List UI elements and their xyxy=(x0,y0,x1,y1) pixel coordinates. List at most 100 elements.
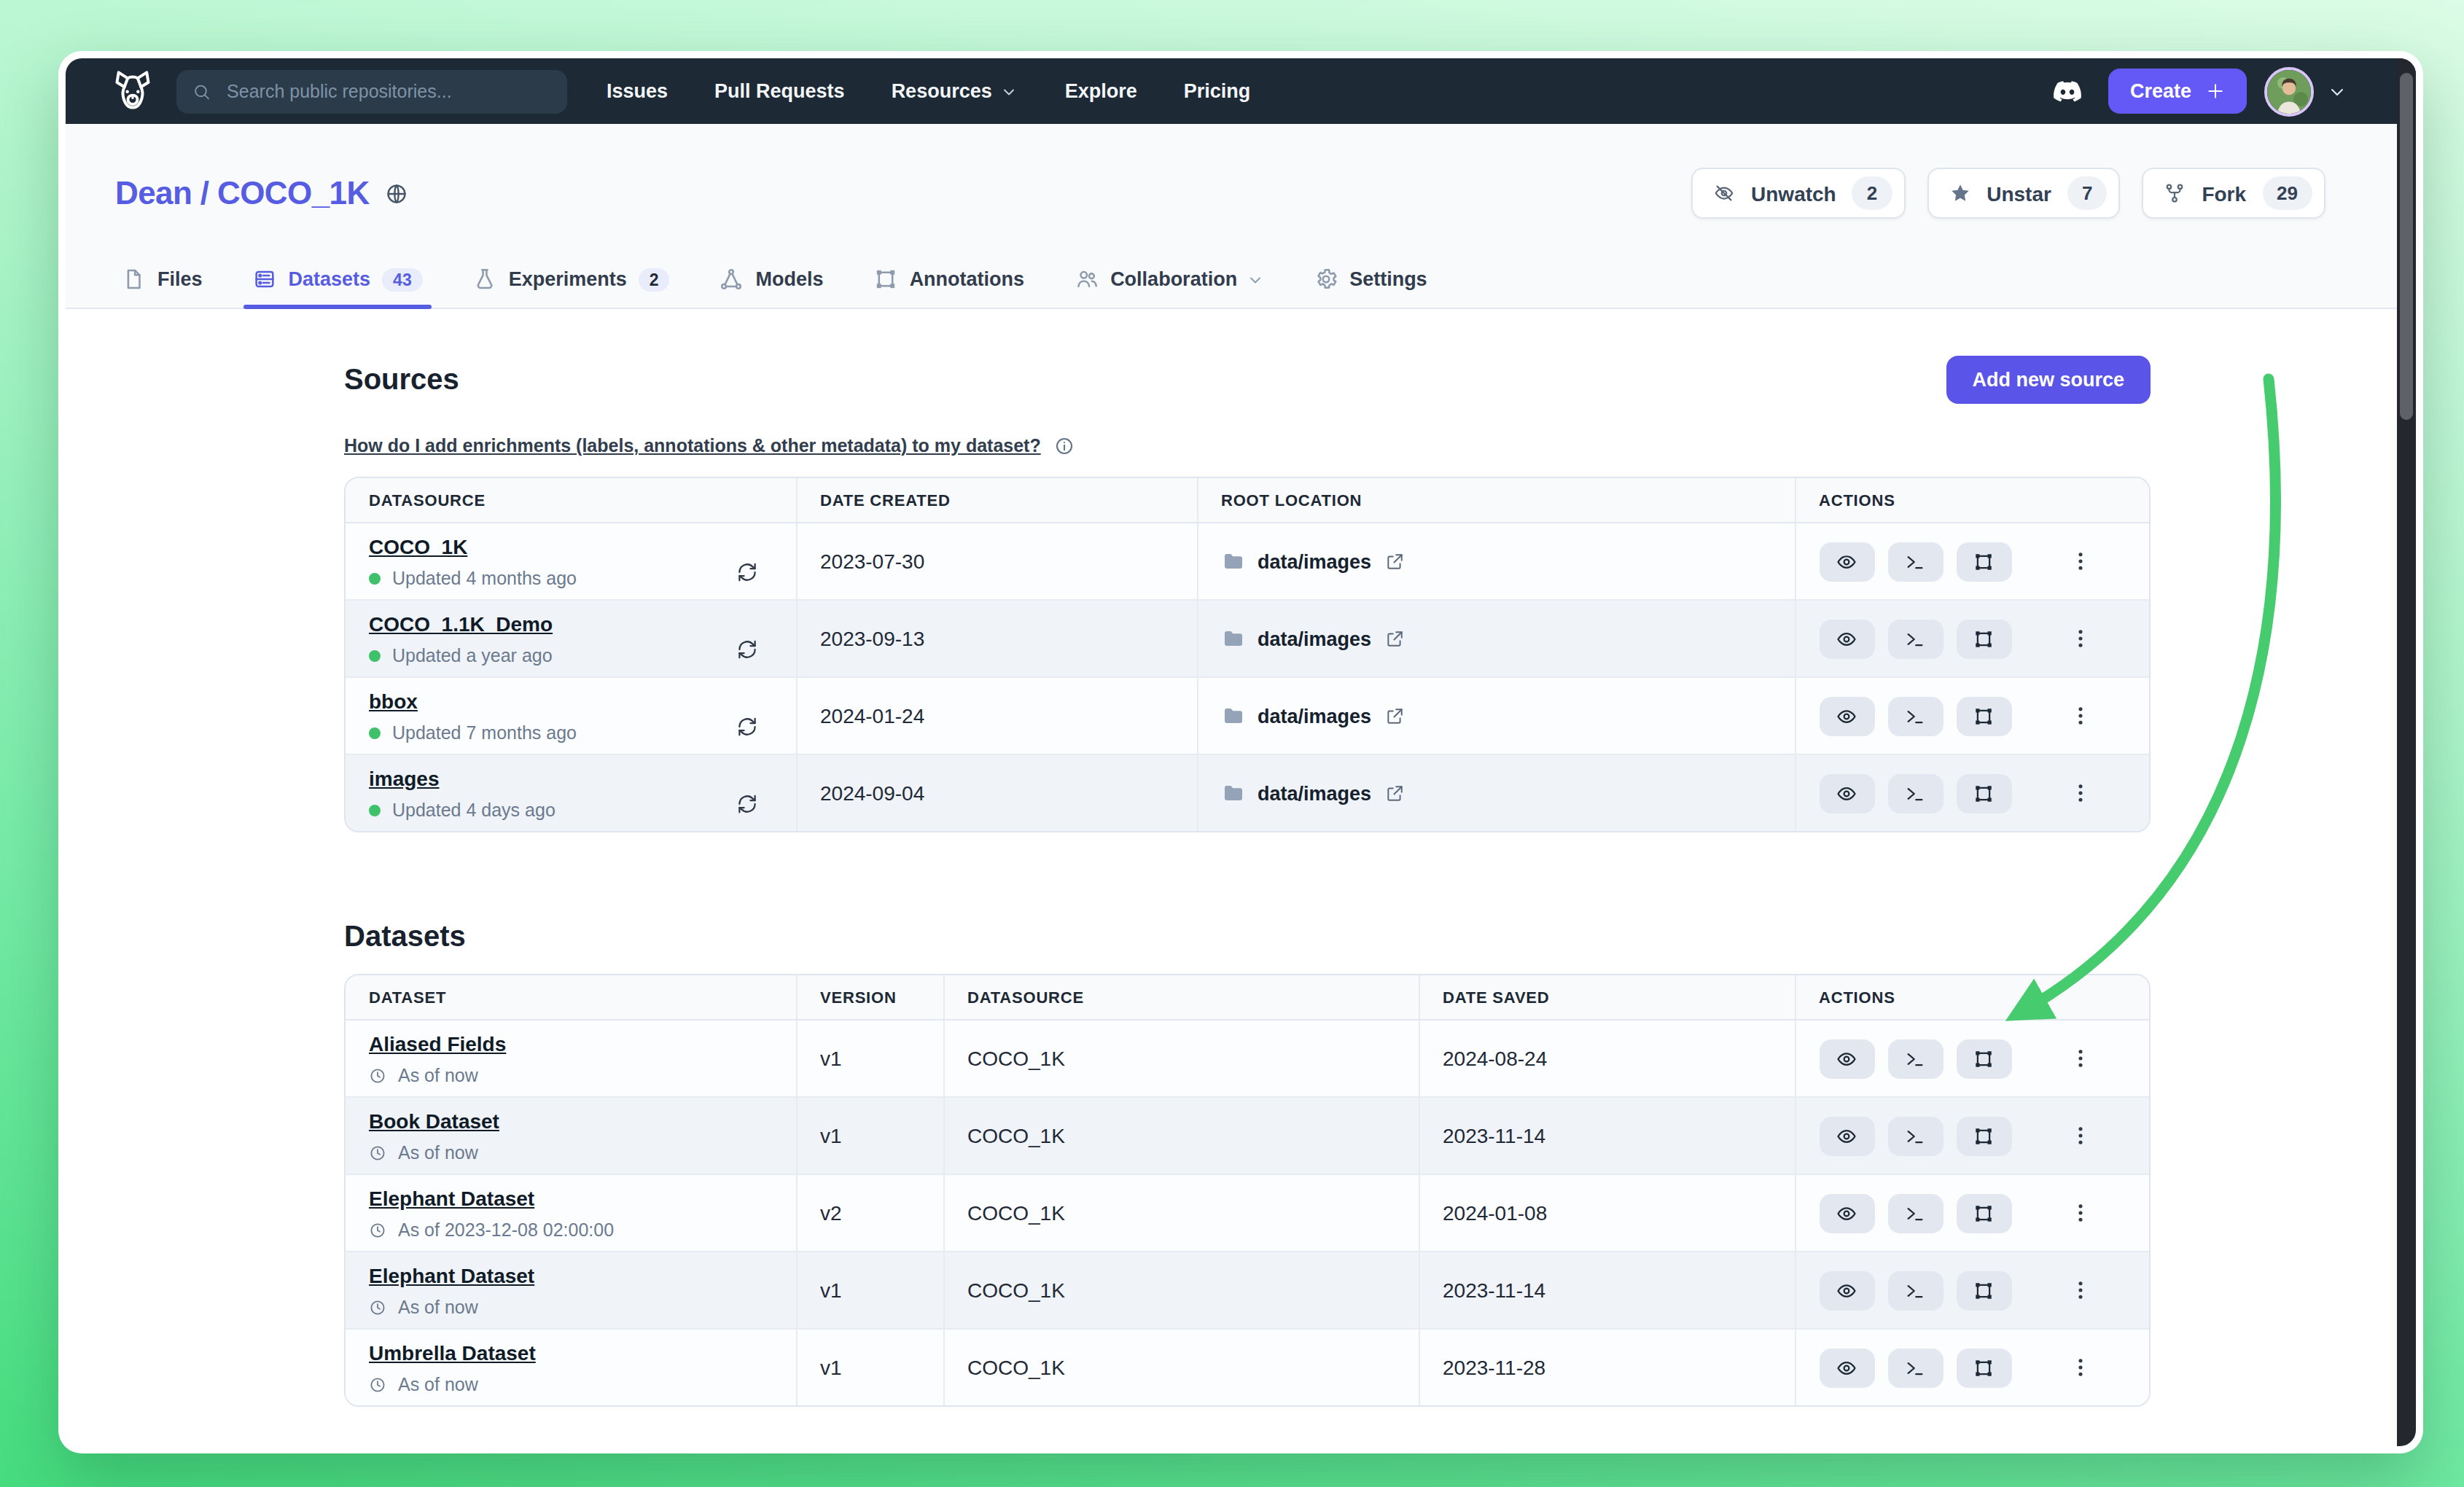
dataset-link[interactable]: Elephant Dataset xyxy=(369,1263,534,1287)
terminal-icon xyxy=(1904,1279,1926,1301)
refresh-button[interactable] xyxy=(736,793,757,815)
annotate-button[interactable] xyxy=(1956,696,2011,735)
nav-item-issues[interactable]: Issues xyxy=(607,80,668,102)
tab-files[interactable]: Files xyxy=(121,267,203,308)
dataset-cell: Aliased FieldsAs of now xyxy=(346,1020,796,1097)
datasource-link[interactable]: bbox xyxy=(369,689,418,712)
refresh-button[interactable] xyxy=(736,639,757,660)
tab-experiments[interactable]: Experiments2 xyxy=(472,267,670,308)
dataset-link[interactable]: Elephant Dataset xyxy=(369,1186,534,1209)
tab-label: Models xyxy=(756,268,824,290)
add-new-source-button[interactable]: Add new source xyxy=(1946,356,2151,404)
search-input-wrap[interactable] xyxy=(176,69,567,113)
main-content: Sources Add new source How do I add enri… xyxy=(344,309,2151,1407)
tab-datasets[interactable]: Datasets43 xyxy=(252,267,423,308)
tab-collaboration[interactable]: Collaboration xyxy=(1074,267,1263,308)
preview-button[interactable] xyxy=(1819,1039,1874,1078)
external-link-icon[interactable] xyxy=(1384,784,1403,803)
info-icon[interactable] xyxy=(1054,436,1075,456)
tab-models[interactable]: Models xyxy=(720,267,824,308)
preview-button[interactable] xyxy=(1819,1193,1874,1233)
clock-icon xyxy=(369,1298,386,1316)
annotate-button[interactable] xyxy=(1956,1348,2011,1387)
refresh-button[interactable] xyxy=(736,716,757,738)
nav-item-pricing[interactable]: Pricing xyxy=(1184,80,1251,102)
terminal-button[interactable] xyxy=(1887,1193,1943,1233)
tab-annotations[interactable]: Annotations xyxy=(873,267,1025,308)
updated-text: Updated 7 months ago xyxy=(392,722,577,743)
annotate-button[interactable] xyxy=(1956,1271,2011,1310)
column-header: ACTIONS xyxy=(1795,975,2151,1020)
external-link-icon[interactable] xyxy=(1384,552,1403,571)
dataset-link[interactable]: Book Dataset xyxy=(369,1109,499,1132)
scrollbar-thumb[interactable] xyxy=(2400,73,2413,420)
preview-button[interactable] xyxy=(1819,1271,1874,1310)
preview-button[interactable] xyxy=(1819,542,1874,581)
terminal-button[interactable] xyxy=(1887,1039,1943,1078)
root-location-cell: data/images xyxy=(1197,600,1795,677)
create-button[interactable]: Create xyxy=(2108,69,2247,114)
annotate-button[interactable] xyxy=(1956,619,2011,658)
annotate-icon xyxy=(1973,1279,1995,1301)
external-link-icon[interactable] xyxy=(1384,629,1403,648)
tab-settings[interactable]: Settings xyxy=(1313,267,1427,308)
scrollbar-track[interactable] xyxy=(2397,58,2416,1446)
kebab-menu-button[interactable] xyxy=(2068,1201,2091,1225)
search-input[interactable] xyxy=(224,79,551,103)
repo-title-text[interactable]: Dean / COCO_1K xyxy=(115,173,370,214)
annotate-button[interactable] xyxy=(1956,1116,2011,1155)
discord-icon[interactable] xyxy=(2051,75,2083,107)
annotate-button[interactable] xyxy=(1956,773,2011,813)
kebab-menu-button[interactable] xyxy=(2068,627,2091,650)
nav-item-explore[interactable]: Explore xyxy=(1065,80,1137,102)
terminal-button[interactable] xyxy=(1887,1348,1943,1387)
terminal-icon xyxy=(1904,1357,1926,1378)
preview-button[interactable] xyxy=(1819,1116,1874,1155)
preview-button[interactable] xyxy=(1819,1348,1874,1387)
avatar[interactable] xyxy=(2264,66,2314,116)
terminal-button[interactable] xyxy=(1887,619,1943,658)
enrichments-help-link[interactable]: How do I add enrichments (labels, annota… xyxy=(344,436,1041,456)
annotate-button[interactable] xyxy=(1956,542,2011,581)
dataset-link[interactable]: Aliased Fields xyxy=(369,1031,506,1055)
terminal-button[interactable] xyxy=(1887,1271,1943,1310)
date-created-cell: 2023-07-30 xyxy=(796,523,1197,600)
kebab-menu-button[interactable] xyxy=(2068,1047,2091,1070)
kebab-menu-button[interactable] xyxy=(2068,1356,2091,1379)
sources-table-row: bboxUpdated 7 months ago2024-01-24data/i… xyxy=(346,677,2151,754)
terminal-button[interactable] xyxy=(1887,696,1943,735)
unwatch-button[interactable]: Unwatch2 xyxy=(1691,168,1905,219)
dataset-link[interactable]: Umbrella Dataset xyxy=(369,1340,536,1364)
datasource-link[interactable]: COCO_1.1K_Demo xyxy=(369,612,553,635)
sources-title: Sources xyxy=(344,363,459,397)
preview-button[interactable] xyxy=(1819,619,1874,658)
terminal-button[interactable] xyxy=(1887,1116,1943,1155)
kebab-menu-button[interactable] xyxy=(2068,781,2091,805)
terminal-icon xyxy=(1904,628,1926,649)
datasource-link[interactable]: COCO_1K xyxy=(369,534,467,558)
kebab-menu-button[interactable] xyxy=(2068,1279,2091,1302)
preview-button[interactable] xyxy=(1819,696,1874,735)
dagshub-logo-icon[interactable] xyxy=(108,66,157,116)
actions-cell xyxy=(1795,523,2151,600)
annotate-button[interactable] xyxy=(1956,1193,2011,1233)
annotate-button[interactable] xyxy=(1956,1039,2011,1078)
preview-button[interactable] xyxy=(1819,773,1874,813)
kebab-menu-button[interactable] xyxy=(2068,704,2091,727)
nav-item-pull-requests[interactable]: Pull Requests xyxy=(714,80,845,102)
kebab-menu-button[interactable] xyxy=(2068,1124,2091,1147)
as-of-text: As of now xyxy=(398,1374,478,1394)
chevron-down-icon[interactable] xyxy=(2327,81,2347,101)
terminal-button[interactable] xyxy=(1887,542,1943,581)
eye-icon xyxy=(1836,1202,1857,1224)
eye-icon xyxy=(1836,1357,1857,1378)
unstar-button[interactable]: Unstar7 xyxy=(1927,168,2120,219)
nav-item-resources[interactable]: Resources xyxy=(892,80,1018,102)
fork-button[interactable]: Fork29 xyxy=(2142,168,2325,219)
external-link-icon[interactable] xyxy=(1384,706,1403,725)
date-created-cell: 2023-09-13 xyxy=(796,600,1197,677)
datasource-link[interactable]: images xyxy=(369,766,440,789)
kebab-menu-button[interactable] xyxy=(2068,550,2091,573)
terminal-button[interactable] xyxy=(1887,773,1943,813)
refresh-button[interactable] xyxy=(736,561,757,583)
